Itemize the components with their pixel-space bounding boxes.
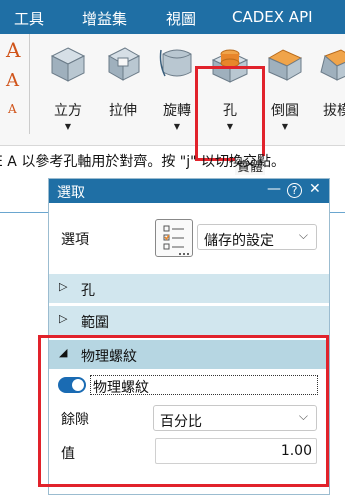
ribbon: A A A 立方 ▼ 拉伸 旋轉 ▼ 孔 ▼ 倒圓 ▼ 拔模 實體 <box>0 34 345 175</box>
extrude-icon <box>107 47 141 81</box>
font-shrink-icon[interactable]: A <box>8 102 17 116</box>
section-extent-title: 範圍 <box>81 315 109 331</box>
revolve-icon <box>159 49 192 77</box>
options-settings-icon[interactable] <box>155 219 193 257</box>
tool-fillet[interactable]: 倒圓 ▼ <box>262 42 308 131</box>
chevron-down-icon[interactable]: ▼ <box>45 122 91 131</box>
draft-icon <box>320 49 345 81</box>
tool-extrude[interactable]: 拉伸 <box>100 42 146 120</box>
chevron-down-icon: ⌵ <box>298 228 308 242</box>
thread-section-highlight <box>38 335 329 487</box>
status-hint: E A 以參考孔軸用於對齊。按 "j" 以切換交點。 <box>0 147 345 173</box>
panel-titlebar[interactable]: 選取 — ? ✕ <box>49 179 329 203</box>
options-dropdown[interactable]: 儲存的設定 ⌵ <box>197 224 317 250</box>
menu-view[interactable]: 視圖 <box>166 8 196 29</box>
tool-draft[interactable]: 拔模 <box>314 42 345 120</box>
tool-cube[interactable]: 立方 ▼ <box>45 42 91 131</box>
expand-arrow-icon: ▷ <box>59 280 68 293</box>
minimize-icon[interactable]: — <box>267 181 281 197</box>
font-tools: A A A <box>0 34 30 134</box>
font-style-icon[interactable]: A <box>6 38 20 62</box>
menu-tools[interactable]: 工具 <box>14 8 44 29</box>
tool-extrude-label: 拉伸 <box>109 103 137 119</box>
tool-fillet-label: 倒圓 <box>271 103 299 119</box>
font-grow-icon[interactable]: A <box>6 70 19 91</box>
close-icon[interactable]: ✕ <box>309 181 321 197</box>
tool-revolve[interactable]: 旋轉 ▼ <box>154 42 200 131</box>
checklist-icon <box>163 225 189 255</box>
options-dropdown-value: 儲存的設定 <box>204 233 274 249</box>
chevron-down-icon[interactable]: ▼ <box>154 122 200 131</box>
chevron-down-icon[interactable]: ▼ <box>262 122 308 131</box>
tool-revolve-label: 旋轉 <box>163 103 191 119</box>
expand-arrow-icon: ▷ <box>59 312 68 325</box>
section-extent[interactable]: ▷ 範圍 <box>49 305 329 335</box>
options-label: 選項 <box>61 232 89 248</box>
section-hole[interactable]: ▷ 孔 <box>49 273 329 303</box>
section-hole-title: 孔 <box>81 283 95 299</box>
fillet-icon <box>267 49 303 81</box>
menu-cadex-api[interactable]: CADEX API <box>232 8 313 26</box>
cube-icon <box>50 47 86 82</box>
menu-bar: 工具 增益集 視圖 CADEX API <box>0 0 345 34</box>
panel-title: 選取 <box>57 185 85 201</box>
tool-cube-label: 立方 <box>54 103 82 119</box>
tool-draft-label: 拔模 <box>323 103 345 119</box>
help-icon[interactable]: ? <box>287 183 302 198</box>
menu-addins[interactable]: 增益集 <box>82 8 127 29</box>
status-hint-text: E A 以參考孔軸用於對齊。按 "j" 以切換交點。 <box>0 154 285 170</box>
